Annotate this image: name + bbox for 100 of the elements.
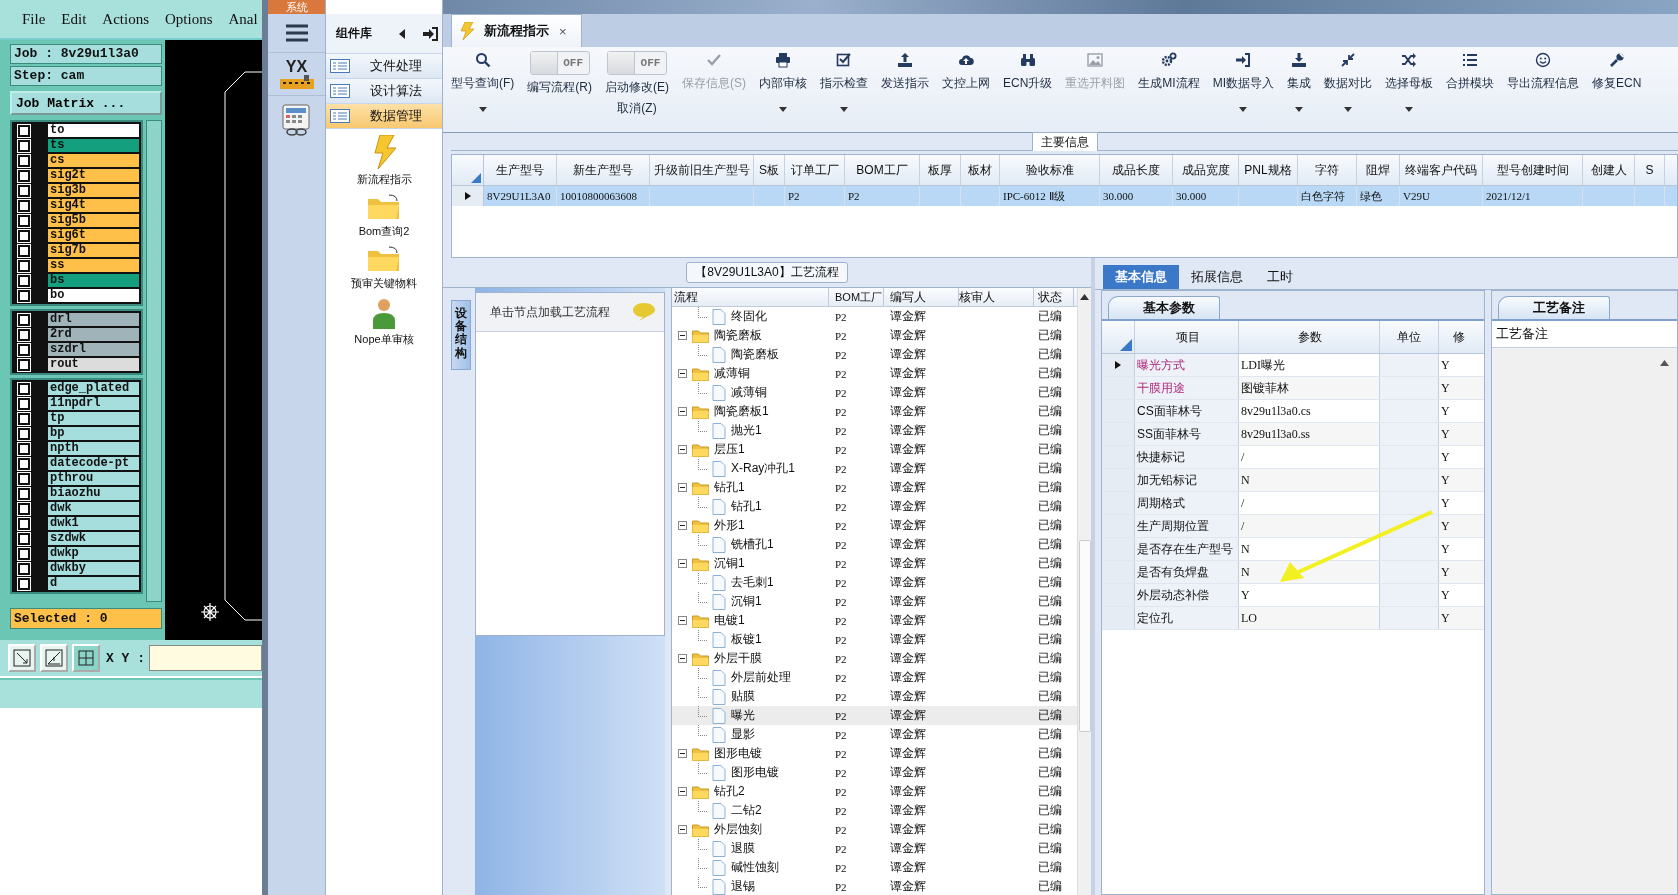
tree-row[interactable]: 铣槽孔1 P2 谭金辉 已编 [672, 535, 1077, 554]
side-tab[interactable]: 设备结构 [451, 300, 471, 370]
layer-checkbox[interactable] [18, 472, 30, 485]
column-header[interactable]: 成品宽度 [1173, 155, 1239, 185]
expander-icon[interactable] [678, 616, 687, 625]
layer-checkbox[interactable] [18, 412, 30, 425]
layer-name[interactable]: sig2t [48, 169, 139, 182]
menu-item[interactable]: Options [165, 10, 213, 28]
tree-row[interactable]: 外形1 P2 谭金辉 已编 [672, 516, 1077, 535]
collapse-icon[interactable] [398, 28, 406, 39]
tree-row[interactable]: 抛光1 P2 谭金辉 已编 [672, 421, 1077, 440]
layer-name[interactable]: szdwk [48, 532, 139, 545]
document-tab[interactable]: 新流程指示 × [451, 14, 582, 47]
close-button[interactable]: × [559, 23, 567, 39]
tool-label[interactable]: 新流程指示 [356, 172, 412, 187]
param-row[interactable]: 曝光方式 LDI曝光 Y [1102, 354, 1484, 377]
panel-tab[interactable]: 工艺备注 [1498, 296, 1610, 319]
caret-icon[interactable] [1295, 107, 1304, 112]
column-header[interactable]: 新生产型号 [557, 155, 650, 185]
layer-checkbox[interactable] [18, 328, 30, 341]
column-header[interactable]: S板 [754, 155, 785, 185]
tree-row[interactable]: 减薄铜 P2 谭金辉 已编 [672, 364, 1077, 383]
expander-icon[interactable] [678, 559, 687, 568]
layer-checkbox[interactable] [18, 343, 30, 356]
tree-row[interactable]: 二钻2 P2 谭金辉 已编 [672, 801, 1077, 820]
tool-label[interactable]: Bom查询2 [358, 224, 410, 239]
layer-name[interactable]: ts [48, 139, 139, 152]
column-header[interactable]: 订单工厂 [785, 155, 845, 185]
zoom-fit-button[interactable] [8, 644, 36, 672]
layer-name[interactable]: cs [48, 154, 139, 167]
tree-row[interactable]: 减薄铜 P2 谭金辉 已编 [672, 383, 1077, 402]
tree-row[interactable]: 外层前处理 P2 谭金辉 已编 [672, 668, 1077, 687]
tree-row[interactable]: 去毛刺1 P2 谭金辉 已编 [672, 573, 1077, 592]
column-header[interactable]: 流程 [672, 288, 829, 306]
param-row[interactable]: 定位孔 LO Y [1102, 607, 1484, 630]
layer-name[interactable]: to [48, 124, 139, 137]
layer-checkbox[interactable] [18, 532, 30, 545]
scroll-up-icon[interactable] [1660, 360, 1669, 366]
tree-row[interactable]: 电镀1 P2 谭金辉 已编 [672, 611, 1077, 630]
toolbar-button[interactable]: 集成 [1285, 51, 1314, 132]
column-header[interactable]: 生产型号 [484, 155, 557, 185]
library-item[interactable]: 数据管理 [326, 104, 442, 129]
tool-label[interactable]: 预审关键物料 [351, 276, 417, 291]
tab[interactable]: 拓展信息 [1179, 265, 1255, 289]
column-header[interactable]: 修 [1439, 321, 1482, 353]
column-header[interactable]: 验收标准 [1000, 155, 1100, 185]
menu-icon[interactable] [285, 24, 308, 42]
toolbar-button[interactable]: 生成MI流程 [1136, 51, 1202, 132]
column-header[interactable]: 参数 [1239, 321, 1380, 353]
expander-icon[interactable] [678, 825, 687, 834]
param-row[interactable]: 是否有负焊盘 N Y [1102, 561, 1484, 584]
expander-icon[interactable] [678, 521, 687, 530]
layer-name[interactable]: drl [48, 313, 139, 326]
library-item[interactable]: 设计算法 [326, 79, 442, 104]
grid-button[interactable] [72, 644, 100, 672]
param-row[interactable]: 快捷标记 / Y [1102, 446, 1484, 469]
toolbar-button[interactable]: ECN升级 [1001, 51, 1055, 132]
layer-name[interactable]: npth [48, 442, 139, 455]
param-row[interactable]: 外层动态补偿 Y Y [1102, 584, 1484, 607]
scroll-up-icon[interactable] [1080, 294, 1089, 300]
tree-row[interactable]: 层压1 P2 谭金辉 已编 [672, 440, 1077, 459]
caret-icon[interactable] [1239, 107, 1248, 112]
layer-checkbox[interactable] [18, 382, 30, 395]
tree-row[interactable]: 陶瓷磨板 P2 谭金辉 已编 [672, 345, 1077, 364]
layer-checkbox[interactable] [18, 313, 30, 326]
layer-checkbox[interactable] [18, 547, 30, 560]
layer-checkbox[interactable] [18, 274, 30, 287]
layer-checkbox[interactable] [18, 154, 30, 167]
expander-icon[interactable] [678, 331, 687, 340]
layer-checkbox[interactable] [18, 502, 30, 515]
expander-icon[interactable] [678, 654, 687, 663]
tree-row[interactable]: 曝光 P2 谭金辉 已编 [672, 706, 1077, 725]
xy-input-field[interactable] [149, 645, 262, 671]
expander-icon[interactable] [678, 407, 687, 416]
layer-checkbox[interactable] [18, 442, 30, 455]
layer-checkbox[interactable] [18, 358, 30, 371]
layer-name[interactable]: 11npdrl [48, 397, 139, 410]
toolbar-button[interactable]: 指示检查 [818, 51, 870, 132]
layer-name[interactable]: dwkby [48, 562, 139, 575]
layer-checkbox[interactable] [18, 289, 30, 302]
tree-row[interactable]: 沉铜1 P2 谭金辉 已编 [672, 592, 1077, 611]
layer-name[interactable]: dwkp [48, 547, 139, 560]
layer-name[interactable]: bo [48, 289, 139, 302]
expander-icon[interactable] [678, 369, 687, 378]
tree-row[interactable]: 钻孔1 P2 谭金辉 已编 [672, 497, 1077, 516]
tree-row[interactable]: X-Ray冲孔1 P2 谭金辉 已编 [672, 459, 1077, 478]
column-header[interactable]: 成品长度 [1100, 155, 1173, 185]
layer-name[interactable]: datecode-pt [48, 457, 139, 470]
layer-name[interactable]: pthrou [48, 472, 139, 485]
toolbar-button[interactable]: 型号查询(F) [449, 51, 517, 132]
tree-row[interactable]: 外层蚀刻 P2 谭金辉 已编 [672, 820, 1077, 839]
table-row[interactable]: 8V29U1L3A0 10010800063608 P2 P2 IPC-6012 Ⅱ级 30.000 30.000 白色字符 绿色 V29U 2021/12/1 [452, 186, 1677, 206]
tree-row[interactable]: 贴膜 P2 谭金辉 已编 [672, 687, 1077, 706]
toggle-switch[interactable]: OFF [607, 51, 667, 75]
column-header[interactable]: 编写人 [884, 288, 959, 306]
column-header[interactable]: 状态 [1034, 288, 1074, 306]
tool-label[interactable]: Nope单审核 [354, 332, 414, 347]
layer-name[interactable]: sig3b [48, 184, 139, 197]
param-row[interactable]: CS面菲林号 8v29u1l3a0.cs Y [1102, 400, 1484, 423]
layer-name[interactable]: sig7b [48, 244, 139, 257]
